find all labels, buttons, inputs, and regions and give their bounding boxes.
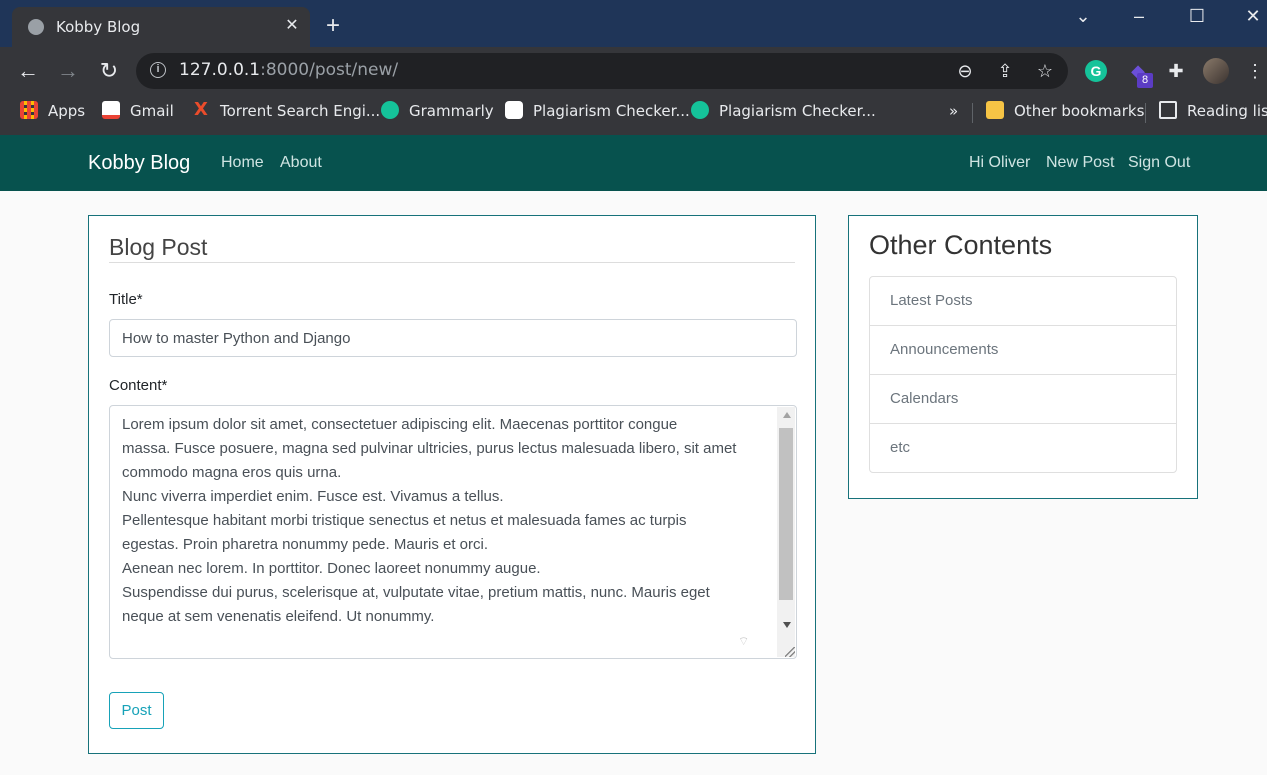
sidebar-item-announcements[interactable]: Announcements (870, 325, 1176, 374)
content-textarea[interactable]: Lorem ipsum dolor sit amet, consectetuer… (109, 405, 797, 659)
content-line: Pellentesque habitant morbi tristique se… (122, 512, 687, 529)
post-submit-button[interactable]: Post (109, 692, 164, 729)
torrent-x-icon: X (194, 98, 208, 120)
content-line: massa. Fusce posuere, magna sed pulvinar… (122, 440, 737, 457)
share-icon[interactable]: ⇪ (993, 59, 1017, 83)
extension-badge: 8 (1137, 73, 1153, 88)
globe-icon (28, 19, 44, 35)
new-tab-button[interactable]: + (326, 14, 340, 38)
form-legend: Blog Post (109, 234, 208, 260)
bookmark-apps[interactable]: Apps (20, 95, 85, 128)
reload-icon[interactable]: ↻ (95, 57, 123, 85)
content-line: Nunc viverra imperdiet enim. Fusce est. … (122, 488, 504, 505)
url-host: 127.0.0.1 (179, 60, 261, 80)
close-tab-icon[interactable]: ✕ (283, 15, 301, 35)
sidebar-item-latest-posts[interactable]: Latest Posts (870, 277, 1176, 325)
apps-grid-icon (20, 100, 38, 119)
bookmarks-divider (1145, 103, 1146, 123)
address-bar[interactable]: i 127.0.0.1:8000/post/new/ ⊖ ⇪ ☆ (136, 53, 1068, 89)
scroll-up-arrow-icon[interactable] (783, 412, 791, 418)
grammarly-extension-icon[interactable]: G (1085, 60, 1107, 82)
sidebar-card: Other Contents Latest Posts Announcement… (848, 215, 1198, 499)
profile-avatar[interactable] (1203, 58, 1229, 84)
browser-chrome: Kobby Blog ✕ + ⌄ – ☐ ✕ ← → ↻ i 127.0.0.1… (0, 0, 1267, 135)
other-bookmarks-label: Other bookmarks (1014, 102, 1145, 120)
content-line: Aenean nec lorem. In porttitor. Donec la… (122, 560, 541, 577)
legend-divider (109, 262, 795, 263)
bookmark-plagiarism-checker-sst[interactable]: Plagiarism Checker... (505, 95, 690, 128)
bookmark-plagiarism-checker-grammarly[interactable]: Plagiarism Checker... (691, 95, 876, 128)
bookmark-torrent-search[interactable]: X Torrent Search Engi... (192, 95, 380, 128)
zoom-out-icon[interactable]: ⊖ (953, 59, 977, 83)
nav-greeting[interactable]: Hi Oliver (969, 154, 1030, 172)
brand-link[interactable]: Kobby Blog (88, 152, 190, 175)
bookmark-label: Gmail (130, 102, 174, 120)
maximize-icon[interactable]: ☐ (1182, 6, 1212, 27)
bookmark-label: Plagiarism Checker... (719, 102, 876, 120)
close-window-icon[interactable]: ✕ (1238, 6, 1267, 27)
sidebar-item-etc[interactable]: etc (870, 423, 1176, 472)
title-label: Title* (109, 291, 143, 308)
back-icon[interactable]: ← (14, 57, 42, 85)
content-line: egestas. Proin pharetra nonummy pede. Ma… (122, 536, 489, 553)
bookmark-gmail[interactable]: Gmail (102, 95, 174, 128)
reading-list[interactable]: Reading list (1159, 95, 1267, 128)
bookmark-label: Plagiarism Checker... (533, 102, 690, 120)
bookmark-star-icon[interactable]: ☆ (1033, 59, 1057, 83)
resize-handle-icon[interactable] (785, 647, 795, 657)
bookmarks-overflow-icon[interactable]: » (949, 95, 958, 128)
content-line: Lorem ipsum dolor sit amet, consectetuer… (122, 416, 678, 433)
url-path: :8000/post/new/ (260, 60, 399, 80)
tab-title: Kobby Blog (56, 18, 141, 36)
content-text: Lorem ipsum dolor sit amet, consectetuer… (122, 413, 772, 629)
title-input[interactable] (109, 319, 797, 357)
nav-link-about[interactable]: About (280, 154, 322, 172)
bookmarks-divider (972, 103, 973, 123)
sidebar-item-calendars[interactable]: Calendars (870, 374, 1176, 423)
sidebar-title: Other Contents (869, 230, 1053, 260)
nav-link-sign-out[interactable]: Sign Out (1128, 154, 1190, 172)
scroll-down-arrow-icon[interactable] (783, 622, 791, 628)
other-bookmarks[interactable]: Other bookmarks (986, 95, 1144, 128)
sst-icon (505, 100, 523, 119)
scrollbar-thumb[interactable] (779, 428, 793, 600)
bookmark-grammarly[interactable]: Grammarly (381, 95, 494, 128)
browser-toolbar: ← → ↻ i 127.0.0.1:8000/post/new/ ⊖ ⇪ ☆ G… (0, 47, 1267, 95)
info-icon[interactable]: i (150, 62, 166, 78)
content-line: neque at sem venenatis eleifend. Ut nonu… (122, 608, 435, 625)
forward-icon[interactable]: → (54, 57, 82, 85)
bookmark-label: Torrent Search Engi... (220, 102, 381, 120)
reading-list-icon (1159, 100, 1177, 119)
minimize-icon[interactable]: – (1124, 6, 1154, 27)
browser-tab[interactable]: Kobby Blog ✕ (12, 7, 310, 47)
grammarly-icon (381, 100, 399, 119)
puzzle-icon[interactable]: ✚ (1162, 57, 1190, 85)
tab-search-icon[interactable]: ⌄ (1068, 6, 1098, 27)
site-navbar: Kobby Blog Home About Hi Oliver New Post… (0, 135, 1267, 191)
content-line: Suspendisse dui purus, scelerisque at, v… (122, 584, 710, 601)
url-text[interactable]: 127.0.0.1:8000/post/new/ (179, 60, 398, 80)
nav-link-new-post[interactable]: New Post (1046, 154, 1114, 172)
reading-list-label: Reading list (1187, 102, 1267, 120)
grammarly-icon (691, 100, 709, 119)
folder-icon (986, 100, 1004, 119)
menu-icon[interactable]: ⋮ (1241, 57, 1267, 85)
bookmark-label: Apps (48, 102, 86, 120)
bookmark-label: Grammarly (409, 102, 494, 120)
sidebar-list: Latest Posts Announcements Calendars etc (869, 276, 1177, 473)
gmail-icon (102, 100, 120, 119)
content-line: commodo magna eros quis urna. (122, 464, 342, 481)
nav-link-home[interactable]: Home (221, 154, 264, 172)
post-form-card: Blog Post Title* Content* Lorem ipsum do… (88, 215, 816, 754)
bookmarks-bar: Apps Gmail X Torrent Search Engi... Gramm… (0, 95, 1267, 135)
content-label: Content* (109, 377, 168, 394)
wifi-off-icon: ⌔ (738, 634, 750, 648)
